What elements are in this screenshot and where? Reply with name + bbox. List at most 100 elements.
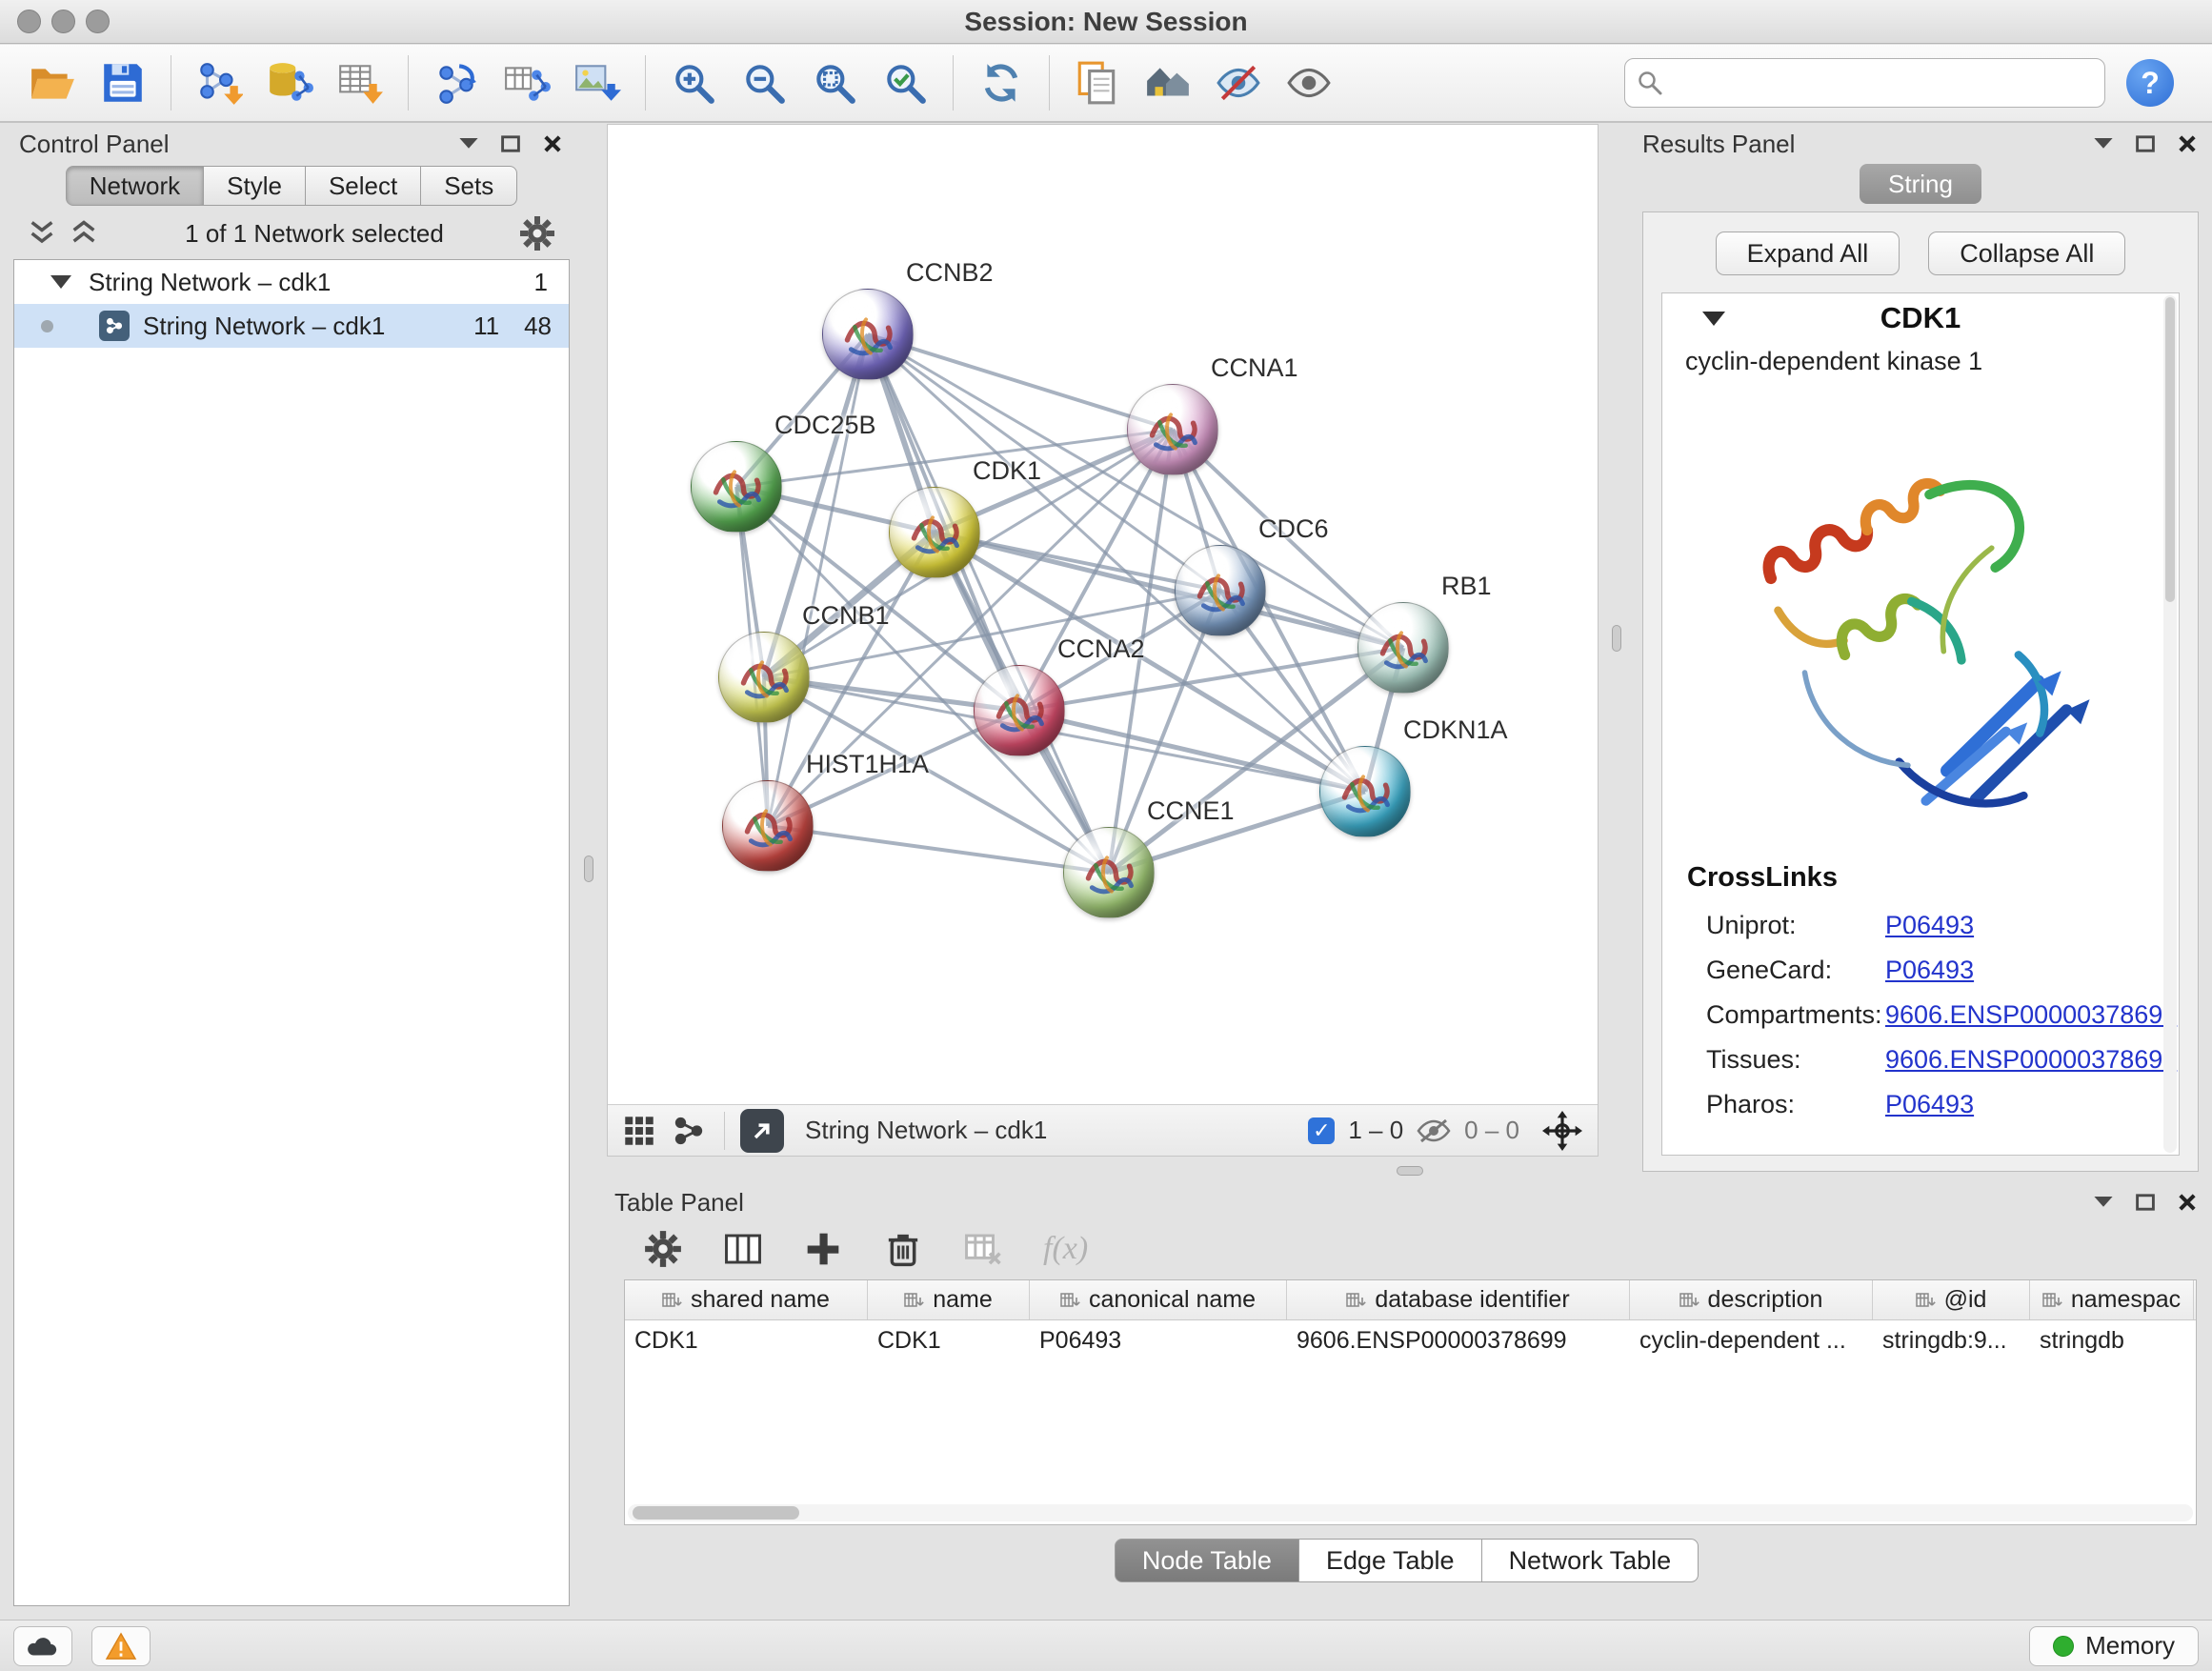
apply-layout-button[interactable] [973,53,1030,112]
right-divider-handle[interactable] [1612,625,1621,652]
delete-column-trash-icon[interactable] [883,1229,923,1269]
column-header-name[interactable]: name [868,1280,1030,1319]
crosslink-genecard-link[interactable]: P06493 [1885,956,1974,985]
cell-shared-name[interactable]: CDK1 [625,1327,868,1355]
column-header-description[interactable]: description [1630,1280,1873,1319]
results-vertical-scrollbar[interactable] [2163,295,2177,1153]
tab-string[interactable]: String [1860,164,1981,204]
table-row[interactable]: CDK1CDK1P064939606.ENSP00000378699cyclin… [625,1320,2196,1360]
search-box[interactable] [1624,58,2105,108]
tab-style[interactable]: Style [203,166,306,206]
table-panel-float-icon[interactable] [2134,1191,2157,1214]
network-share-icon[interactable] [673,1115,705,1147]
tab-sets[interactable]: Sets [420,166,517,206]
node-HIST1H1A[interactable] [722,780,814,872]
zoom-fit-button[interactable] [806,53,863,112]
node-CCNE1[interactable] [1063,827,1155,918]
add-column-icon[interactable] [803,1229,843,1269]
cell-canonical-name[interactable]: P06493 [1030,1327,1287,1355]
cell-namespac[interactable]: stringdb [2030,1327,2194,1355]
hide-details-button[interactable] [1210,53,1267,112]
node-CDC6[interactable] [1175,545,1266,636]
control-panel-float-icon[interactable] [499,132,522,155]
minimize-window-button[interactable] [51,10,75,33]
tab-select[interactable]: Select [305,166,421,206]
copy-button[interactable] [1069,53,1126,112]
column-header-id[interactable]: @id [1873,1280,2030,1319]
search-input[interactable] [1673,69,2093,98]
open-session-button[interactable] [24,53,81,112]
column-header-shared-name[interactable]: shared name [625,1280,868,1319]
network-canvas[interactable]: CCNB2CCNA1CDC25BCDK1CDC6RB1CCNB1CCNA2CDK… [608,125,1598,1104]
warnings-button[interactable] [91,1626,151,1666]
table-panel-collapse-icon[interactable] [2092,1191,2115,1214]
help-button[interactable]: ? [2126,59,2174,107]
left-divider-handle[interactable] [584,856,593,882]
results-panel-float-icon[interactable] [2134,132,2157,155]
tab-edge-table[interactable]: Edge Table [1298,1539,1482,1582]
table-panel-close-icon[interactable] [2176,1191,2199,1214]
table-options-gear-icon[interactable] [643,1229,683,1269]
close-window-button[interactable] [17,10,41,33]
cell-database-identifier[interactable]: 9606.ENSP00000378699 [1287,1327,1630,1355]
cell-id[interactable]: stringdb:9... [1873,1327,2030,1355]
new-network-button[interactable] [428,53,485,112]
zoom-window-button[interactable] [86,10,110,33]
birdseye-grid-icon[interactable] [623,1115,655,1147]
collapse-all-tree-icon[interactable] [69,219,99,248]
export-image-button[interactable] [569,53,626,112]
node-CCNA1[interactable] [1127,384,1218,475]
crosslink-pharos-link[interactable]: P06493 [1885,1090,1974,1119]
column-header-namespac[interactable]: namespac [2030,1280,2194,1319]
import-network-database-button[interactable] [261,53,318,112]
tab-network[interactable]: Network [66,166,204,206]
show-columns-icon[interactable] [723,1229,763,1269]
control-panel-close-icon[interactable] [541,132,564,155]
scrollbar-thumb[interactable] [633,1506,799,1520]
home-button[interactable] [1139,53,1196,112]
node-CDC25B[interactable] [691,441,782,533]
crosslink-uniprot-link[interactable]: P06493 [1885,911,1974,940]
cloud-status-button[interactable] [13,1626,72,1666]
pan-crosshair-icon[interactable] [1533,1111,1582,1151]
column-header-database-identifier[interactable]: database identifier [1287,1280,1630,1319]
zoom-out-button[interactable] [735,53,793,112]
zoom-in-button[interactable] [665,53,722,112]
cell-description[interactable]: cyclin-dependent ... [1630,1327,1873,1355]
collapse-all-button[interactable]: Collapse All [1928,232,2125,275]
network-collection-row[interactable]: String Network – cdk1 1 [14,260,569,304]
clone-network-button[interactable] [498,53,555,112]
tab-node-table[interactable]: Node Table [1115,1539,1299,1582]
tab-network-table[interactable]: Network Table [1481,1539,1699,1582]
crosslink-compartments-link[interactable]: 9606.ENSP00000378699 [1885,1000,2177,1030]
entry-disclosure-icon[interactable] [1702,312,1725,326]
edge-HIST1H1A-CCNE1[interactable] [768,826,1109,873]
bottom-divider-handle[interactable] [1397,1166,1423,1176]
expand-all-tree-icon[interactable] [27,219,57,248]
results-panel-collapse-icon[interactable] [2092,132,2115,155]
open-in-new-window-button[interactable] [740,1109,784,1153]
hidden-eye-slash-icon[interactable] [1417,1117,1451,1145]
node-CDK1[interactable] [889,487,980,578]
node-RB1[interactable] [1357,602,1449,694]
edge-CCNB2-CCNA1[interactable] [868,334,1173,430]
node-CCNB2[interactable] [822,289,914,380]
show-details-button[interactable] [1280,53,1337,112]
zoom-selected-button[interactable] [876,53,934,112]
scrollbar-thumb[interactable] [2165,297,2175,602]
node-CCNB1[interactable] [718,632,810,723]
crosslink-tissues-link[interactable]: 9606.ENSP00000378699 [1885,1045,2177,1075]
results-panel-close-icon[interactable] [2176,132,2199,155]
selection-checkbox-icon[interactable]: ✓ [1308,1117,1335,1144]
table-horizontal-scrollbar[interactable] [628,1504,2193,1521]
network-options-gear-icon[interactable] [518,214,556,252]
import-table-button[interactable] [332,53,389,112]
node-CCNA2[interactable] [974,665,1065,756]
column-header-canonical-name[interactable]: canonical name [1030,1280,1287,1319]
control-panel-collapse-icon[interactable] [457,132,480,155]
save-session-button[interactable] [94,53,151,112]
collection-disclosure-icon[interactable] [50,275,71,289]
edge-CCNB2-CCNE1[interactable] [868,334,1109,873]
memory-button[interactable]: Memory [2029,1626,2199,1666]
cell-name[interactable]: CDK1 [868,1327,1030,1355]
